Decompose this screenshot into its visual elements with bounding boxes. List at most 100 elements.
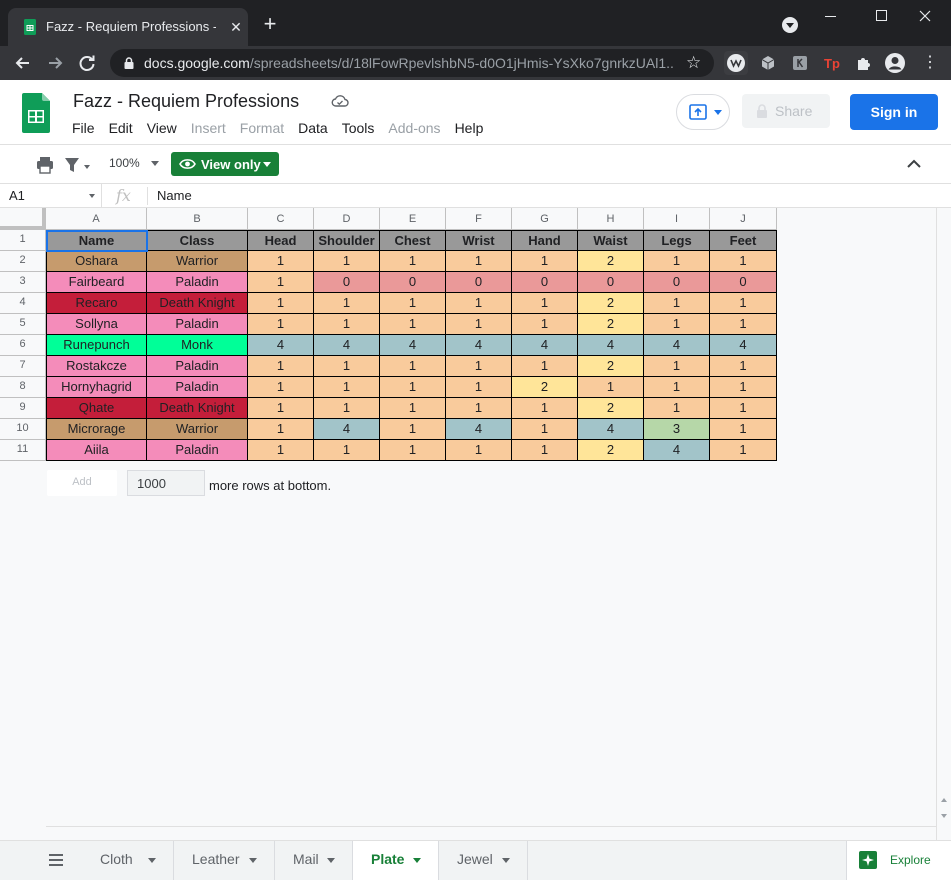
row-header[interactable]: 9 [0,398,46,419]
class-cell[interactable]: Death Knight [147,293,248,314]
header-cell[interactable]: Wrist [446,230,512,251]
value-cell[interactable]: 1 [380,251,446,272]
value-cell[interactable]: 1 [512,314,578,335]
tab-search-icon[interactable] [782,17,798,33]
browser-tab[interactable]: Fazz - Requiem Professions - Goo ✕ [8,8,248,46]
all-sheets-menu-icon[interactable] [48,854,64,866]
menu-help[interactable]: Help [455,120,484,136]
class-cell[interactable]: Warrior [147,251,248,272]
value-cell[interactable]: 1 [314,356,380,377]
header-cell[interactable]: Class [147,230,248,251]
row-header[interactable]: 4 [0,293,46,314]
value-cell[interactable]: 1 [512,398,578,419]
present-button[interactable] [676,94,730,130]
header-cell[interactable]: Chest [380,230,446,251]
value-cell[interactable]: 1 [248,398,314,419]
row-header[interactable]: 8 [0,377,46,398]
value-cell[interactable]: 2 [578,314,644,335]
forward-arrow-icon[interactable] [44,52,66,74]
value-cell[interactable]: 1 [380,377,446,398]
extensions-puzzle-icon[interactable] [852,51,876,75]
chevron-down-icon[interactable] [148,858,156,863]
document-title[interactable]: Fazz - Requiem Professions [73,91,299,112]
value-cell[interactable]: 1 [380,398,446,419]
value-cell[interactable]: 1 [710,398,777,419]
value-cell[interactable]: 1 [446,314,512,335]
chevron-up-icon[interactable] [905,155,923,173]
value-cell[interactable]: 0 [710,272,777,293]
value-cell[interactable]: 4 [578,419,644,440]
column-header[interactable]: D [314,208,380,230]
horizontal-scrollbar[interactable] [46,826,936,840]
value-cell[interactable]: 4 [578,335,644,356]
value-cell[interactable]: 1 [710,419,777,440]
column-header[interactable]: B [147,208,248,230]
value-cell[interactable]: 2 [578,356,644,377]
value-cell[interactable]: 1 [710,377,777,398]
value-cell[interactable]: 4 [446,335,512,356]
value-cell[interactable]: 1 [644,293,710,314]
value-cell[interactable]: 1 [512,251,578,272]
extension-k-icon[interactable] [788,51,812,75]
sheet-tab-leather[interactable]: Leather [174,841,275,880]
value-cell[interactable]: 1 [248,356,314,377]
menu-edit[interactable]: Edit [109,120,133,136]
value-cell[interactable]: 1 [644,356,710,377]
name-cell[interactable]: Aiila [46,440,147,461]
value-cell[interactable]: 4 [446,419,512,440]
sheet-tab-mail[interactable]: Mail [275,841,353,880]
google-sheets-logo-icon[interactable] [22,93,52,133]
sheet-tab-cloth[interactable]: Cloth [82,841,174,880]
add-rows-count-input[interactable]: 1000 [127,470,205,496]
value-cell[interactable]: 1 [446,377,512,398]
name-cell[interactable]: Recaro [46,293,147,314]
column-header[interactable]: C [248,208,314,230]
value-cell[interactable]: 1 [314,440,380,461]
extension-w-icon[interactable] [724,51,748,75]
value-cell[interactable]: 1 [446,251,512,272]
scroll-down-icon[interactable] [941,814,947,818]
column-header[interactable]: G [512,208,578,230]
value-cell[interactable]: 1 [644,398,710,419]
class-cell[interactable]: Paladin [147,314,248,335]
select-all-corner[interactable] [0,208,46,230]
row-header[interactable]: 7 [0,356,46,377]
value-cell[interactable]: 1 [248,251,314,272]
value-cell[interactable]: 2 [578,398,644,419]
value-cell[interactable]: 0 [644,272,710,293]
column-header[interactable]: A [46,208,147,230]
value-cell[interactable]: 1 [380,293,446,314]
name-box[interactable]: A1 [0,184,102,207]
formula-input[interactable]: Name [157,188,192,203]
column-header[interactable]: H [578,208,644,230]
value-cell[interactable]: 4 [314,335,380,356]
maximize-window-icon[interactable] [866,6,896,26]
value-cell[interactable]: 1 [314,314,380,335]
value-cell[interactable]: 1 [248,293,314,314]
value-cell[interactable]: 1 [710,440,777,461]
row-header[interactable]: 2 [0,251,46,272]
chevron-down-icon[interactable] [413,858,421,863]
column-header[interactable]: E [380,208,446,230]
extension-tp-icon[interactable]: Tp [820,51,844,75]
value-cell[interactable]: 1 [710,293,777,314]
name-cell[interactable]: Rostakcze [46,356,147,377]
profile-avatar-icon[interactable] [884,52,906,74]
chevron-down-icon[interactable] [502,858,510,863]
value-cell[interactable]: 1 [512,419,578,440]
value-cell[interactable]: 1 [248,377,314,398]
sheet-tab-jewel[interactable]: Jewel [439,841,528,880]
column-header[interactable]: J [710,208,777,230]
value-cell[interactable]: 2 [578,293,644,314]
explore-button[interactable]: Explore [846,841,951,880]
value-cell[interactable]: 4 [380,335,446,356]
class-cell[interactable]: Paladin [147,440,248,461]
value-cell[interactable]: 0 [446,272,512,293]
name-cell[interactable]: Qhate [46,398,147,419]
name-cell[interactable]: Sollyna [46,314,147,335]
value-cell[interactable]: 2 [512,377,578,398]
value-cell[interactable]: 1 [512,293,578,314]
class-cell[interactable]: Death Knight [147,398,248,419]
value-cell[interactable]: 1 [644,251,710,272]
value-cell[interactable]: 4 [644,440,710,461]
